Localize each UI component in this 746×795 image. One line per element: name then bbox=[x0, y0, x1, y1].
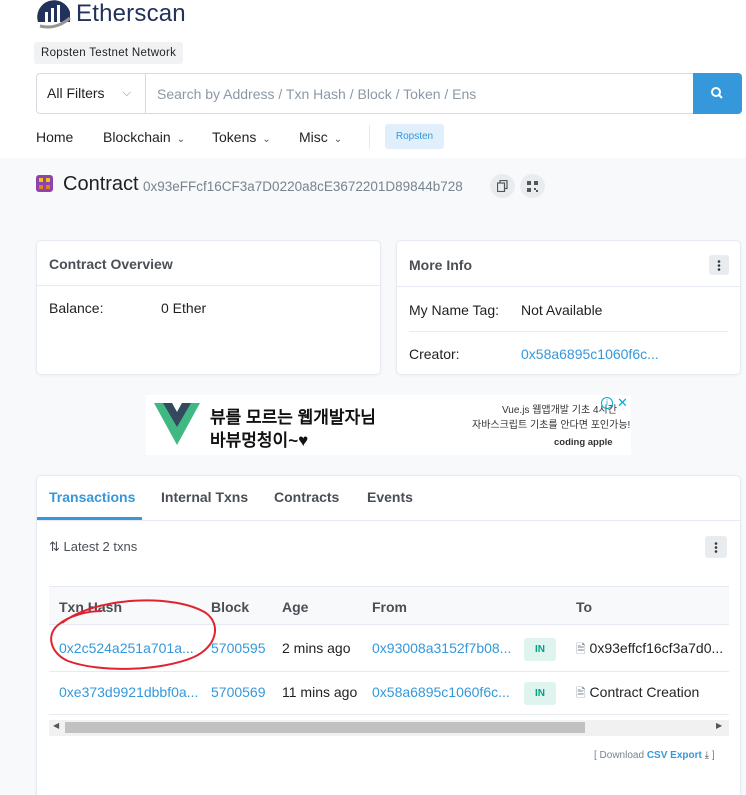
txn-age: 2 mins ago bbox=[282, 640, 351, 656]
col-from: From bbox=[372, 599, 407, 615]
creator-label: Creator: bbox=[409, 346, 460, 362]
search-bar: All Filters ⌵ bbox=[36, 73, 742, 114]
overview-title: Contract Overview bbox=[49, 256, 173, 272]
ad-brand: coding apple bbox=[554, 437, 613, 448]
creator-address-link[interactable]: 0x58a6895c1060f6c... bbox=[521, 346, 659, 362]
search-input[interactable] bbox=[147, 74, 693, 113]
scroll-left-icon[interactable]: ◀ bbox=[53, 721, 59, 730]
ad-subtext-1: Vue.js 웹앱개발 기초 4시간 bbox=[502, 405, 617, 416]
ad-headline-1: 뷰를 모르는 웹개발자님 bbox=[210, 408, 376, 427]
search-button[interactable] bbox=[693, 73, 742, 114]
name-tag-label: My Name Tag: bbox=[409, 302, 499, 318]
block-link[interactable]: 5700569 bbox=[211, 684, 266, 700]
tab-contracts[interactable]: Contracts bbox=[274, 489, 339, 505]
balance-value: 0 Ether bbox=[161, 300, 207, 316]
vertical-dots-icon bbox=[717, 259, 721, 271]
nav-tokens[interactable]: Tokens ⌄ bbox=[212, 129, 271, 145]
nav-tokens-label: Tokens bbox=[212, 129, 257, 145]
chevron-down-icon: ⌵ bbox=[122, 87, 131, 99]
contract-address: 0x93eFFcf16CF3a7D0220a8cE3672201D89844b7… bbox=[143, 179, 463, 194]
filter-select[interactable]: All Filters ⌵ bbox=[37, 74, 146, 113]
to-contract-creation-text: Contract Creation bbox=[589, 684, 700, 700]
download-icon[interactable]: ⤓ bbox=[705, 750, 709, 761]
nav-divider bbox=[369, 125, 370, 149]
page-title: Contract bbox=[63, 173, 139, 195]
direction-badge: IN bbox=[524, 682, 556, 705]
nav-home-label: Home bbox=[36, 129, 74, 145]
direction-badge: IN bbox=[524, 638, 556, 661]
site-header: Etherscan Ropsten Testnet Network All Fi… bbox=[0, 0, 746, 158]
copy-address-button[interactable] bbox=[490, 174, 515, 198]
qr-code-button[interactable] bbox=[520, 174, 545, 198]
horizontal-scrollbar[interactable]: ◀ ▶ bbox=[49, 720, 729, 736]
divider bbox=[409, 331, 728, 332]
filter-label: All Filters bbox=[47, 85, 105, 101]
active-tab-indicator bbox=[37, 517, 142, 520]
ad-banner[interactable]: 뷰를 모르는 웹개발자님 바뷰멍청이~♥ Vue.js 웹앱개발 기초 4시간 … bbox=[146, 395, 631, 455]
col-age: Age bbox=[282, 599, 309, 615]
vertical-dots-icon bbox=[714, 541, 718, 553]
document-icon: 🗎 bbox=[576, 642, 586, 656]
copy-icon bbox=[497, 180, 508, 192]
txn-count: Latest 2 txns bbox=[63, 539, 138, 554]
divider bbox=[37, 285, 380, 286]
name-tag-value: Not Available bbox=[521, 302, 603, 318]
from-address-link[interactable]: 0x93008a3152f7b08... bbox=[372, 640, 511, 656]
ad-headline-2: 바뷰멍청이~♥ bbox=[210, 431, 309, 450]
annotation-circle bbox=[50, 599, 216, 670]
to-address[interactable]: 🗎 0x93effcf16cf3a7d0... bbox=[576, 640, 723, 661]
to-contract-creation[interactable]: 🖹 Contract Creation bbox=[576, 684, 699, 705]
nav-misc-label: Misc bbox=[299, 129, 328, 145]
tab-internal-txns[interactable]: Internal Txns bbox=[161, 489, 248, 505]
nav-blockchain-label: Blockchain bbox=[103, 129, 171, 145]
search-icon bbox=[711, 87, 723, 99]
txn-age: 11 mins ago bbox=[282, 684, 358, 700]
brand-name[interactable]: Etherscan bbox=[76, 0, 186, 28]
more-info-title: More Info bbox=[409, 257, 472, 273]
contract-creation-icon: 🖹 bbox=[576, 686, 586, 700]
scrollbar-thumb[interactable] bbox=[65, 722, 585, 733]
txn-hash-link[interactable]: 0xe373d9921dbbf0a... bbox=[59, 684, 198, 700]
csv-export-link[interactable]: CSV Export bbox=[647, 750, 702, 761]
download-prefix: [ Download bbox=[594, 750, 645, 761]
balance-label: Balance: bbox=[49, 300, 104, 316]
tabs-divider bbox=[37, 520, 740, 521]
from-address-link[interactable]: 0x58a6895c1060f6c... bbox=[372, 684, 510, 700]
divider bbox=[397, 286, 740, 287]
col-to: To bbox=[576, 599, 593, 615]
chevron-down-icon: ⌄ bbox=[262, 134, 271, 145]
vue-logo-icon bbox=[154, 403, 200, 445]
network-switch-button[interactable]: Ropsten bbox=[385, 124, 444, 149]
sort-icon: ⇅ bbox=[49, 539, 60, 554]
network-badge: Ropsten Testnet Network bbox=[34, 42, 184, 64]
table-options-button[interactable] bbox=[705, 536, 727, 558]
chevron-down-icon: ⌄ bbox=[333, 134, 343, 145]
nav-home[interactable]: Home bbox=[36, 129, 73, 145]
row-divider bbox=[49, 714, 729, 715]
chevron-down-icon: ⌄ bbox=[176, 134, 186, 145]
etherscan-logo-icon[interactable] bbox=[36, 0, 72, 30]
scroll-right-icon[interactable]: ▶ bbox=[716, 721, 722, 730]
tab-events[interactable]: Events bbox=[367, 489, 413, 505]
ad-subtext-2: 자바스크립트 기초를 안다면 포인가능! bbox=[472, 420, 631, 431]
ad-info-icon[interactable]: i bbox=[601, 397, 613, 409]
qr-code-icon bbox=[527, 180, 538, 192]
txn-summary: ⇅ Latest 2 txns bbox=[49, 539, 137, 555]
nav-misc[interactable]: Misc ⌄ bbox=[299, 129, 342, 145]
nav-blockchain[interactable]: Blockchain ⌄ bbox=[103, 129, 185, 145]
to-address-text: 0x93effcf16cf3a7d0... bbox=[589, 640, 724, 656]
more-options-button[interactable] bbox=[709, 255, 729, 275]
ad-close-icon[interactable]: ✕ bbox=[617, 395, 628, 411]
download-suffix: ] bbox=[711, 750, 715, 761]
contract-overview-card: Contract Overview Balance: 0 Ether bbox=[36, 240, 381, 375]
more-info-card: More Info My Name Tag: Not Available Cre… bbox=[396, 240, 741, 375]
download-row: [ Download CSV Export ⤓ ] bbox=[594, 750, 715, 761]
contract-avatar-icon bbox=[36, 175, 53, 192]
tab-transactions[interactable]: Transactions bbox=[49, 489, 135, 505]
